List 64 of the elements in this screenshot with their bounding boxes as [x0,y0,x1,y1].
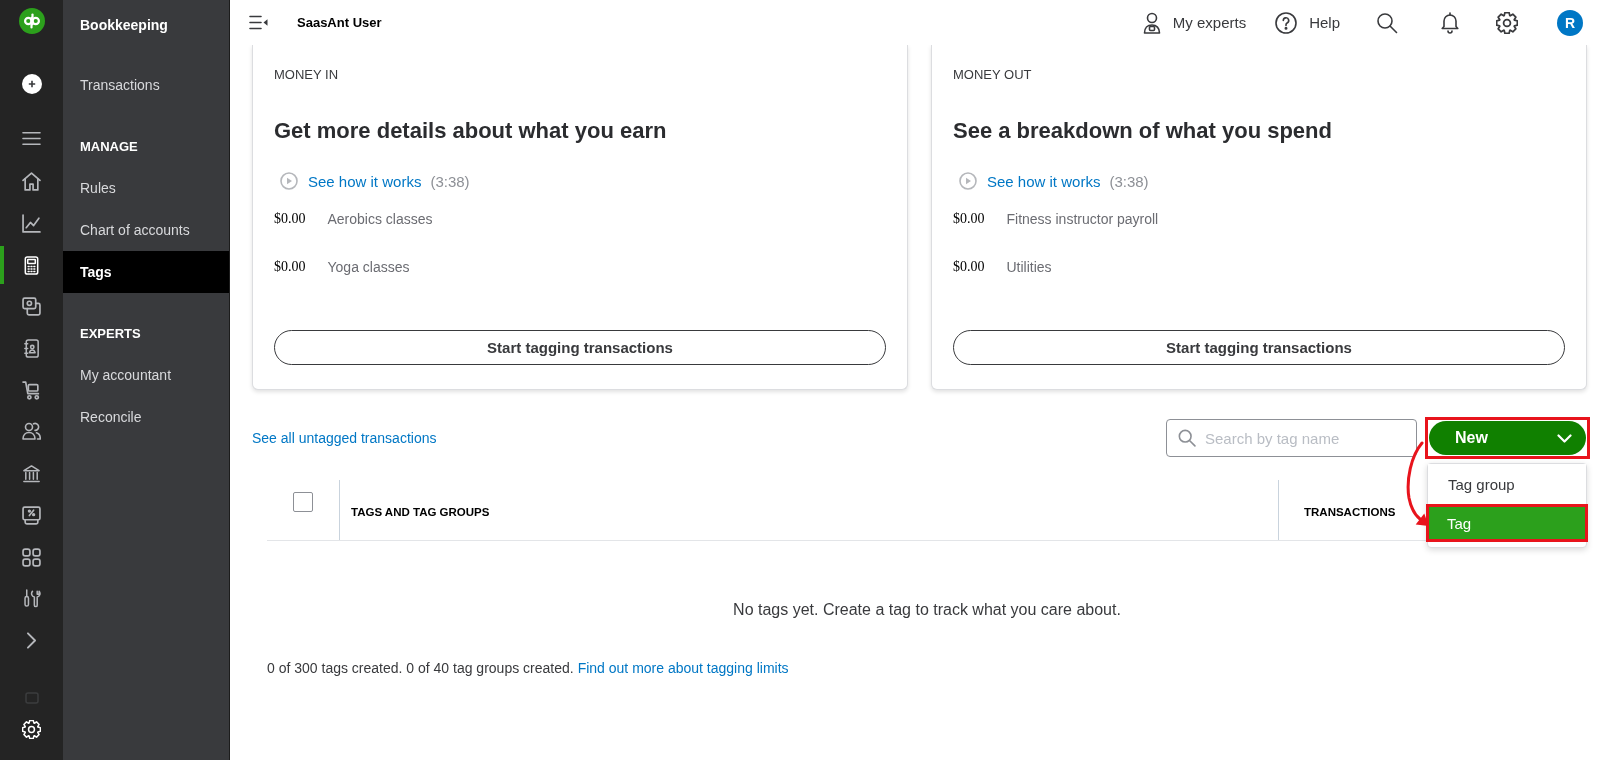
category-label: Aerobics classes [327,211,433,227]
amount-text: $0.00 [953,211,985,227]
card-label: MONEY OUT [953,67,1032,83]
search-field[interactable]: Search by tag name [1166,419,1417,457]
home-icon[interactable] [22,172,41,192]
category-label: Fitness instructor payroll [1006,211,1159,227]
empty-state-message: No tags yet. Create a tag to track what you care about. [733,601,1121,619]
sidebar-title: Bookkeeping [80,17,168,33]
card-heading: Get more details about what you earn [274,117,667,145]
my-experts-button[interactable]: My experts [1142,11,1247,34]
tagging-limits-link[interactable]: Find out more about tagging limits [577,660,789,676]
untagged-transactions-link[interactable]: See all untagged transactions [252,430,437,446]
line-chart-icon[interactable] [22,214,41,234]
amount-text: $0.00 [953,259,985,275]
start-tagging-button[interactable]: Start tagging transactions [274,330,886,365]
amount-text: $0.00 [274,211,306,227]
apps-grid-icon[interactable] [22,547,41,567]
search-icon[interactable] [1376,11,1398,34]
company-name: SaasAnt User [297,15,382,30]
amount-text: $0.00 [274,259,306,275]
sidebar-item[interactable]: My accountant [63,354,229,396]
card-heading: See a breakdown of what you spend [953,117,1332,145]
new-button[interactable]: New [1429,421,1586,455]
bell-icon[interactable] [1441,11,1459,34]
caret-icon [1557,433,1572,443]
percent-screen-icon[interactable] [22,505,41,525]
cart-icon[interactable] [22,380,41,400]
sidebar-item[interactable]: Transactions [63,64,229,106]
search-icon [1178,429,1196,447]
help-button[interactable]: Help [1275,11,1340,34]
menu-item[interactable]: Tag group [1428,464,1586,504]
video-duration: (3:38) [430,172,470,190]
settings-icon[interactable] [1496,11,1518,34]
column-header: TAGS AND TAG GROUPS [351,506,490,518]
bank-icon[interactable] [22,464,41,484]
category-label: Yoga classes [327,259,410,275]
column-header: TRANSACTIONS [1304,506,1396,518]
card-label: MONEY IN [274,67,339,83]
category-label: Utilities [1006,259,1052,275]
square-icon [24,692,39,704]
section-heading: EXPERTS [80,325,141,341]
logo-icon[interactable] [18,8,45,34]
plus-icon[interactable] [21,74,42,94]
video-link[interactable]: See how it works [987,172,1101,190]
sidebar-item[interactable]: Chart of accounts [63,209,229,251]
tag-limit-text: 0 of 300 tags created. 0 of 40 tag groups created. [267,660,574,676]
documents-icon[interactable] [22,297,41,317]
sidebar-item[interactable]: Tags [63,251,229,293]
contact-book-icon[interactable] [22,339,41,359]
start-tagging-button[interactable]: Start tagging transactions [953,330,1565,365]
select-all-checkbox[interactable] [293,492,313,512]
video-link[interactable]: See how it works [308,172,422,190]
help-icon [1275,11,1298,34]
person-icon [1142,11,1161,34]
sidebar-item[interactable]: Reconcile [63,396,229,438]
section-heading: MANAGE [80,138,138,154]
sidebar-item[interactable]: Rules [63,167,229,209]
people-icon[interactable] [22,422,41,442]
calculator-icon[interactable] [22,255,41,275]
collapse-menu-icon[interactable] [249,15,268,30]
video-duration: (3:38) [1109,172,1149,190]
avatar[interactable]: R [1557,9,1583,36]
tools-icon[interactable] [22,589,41,609]
active-indicator [0,246,4,285]
